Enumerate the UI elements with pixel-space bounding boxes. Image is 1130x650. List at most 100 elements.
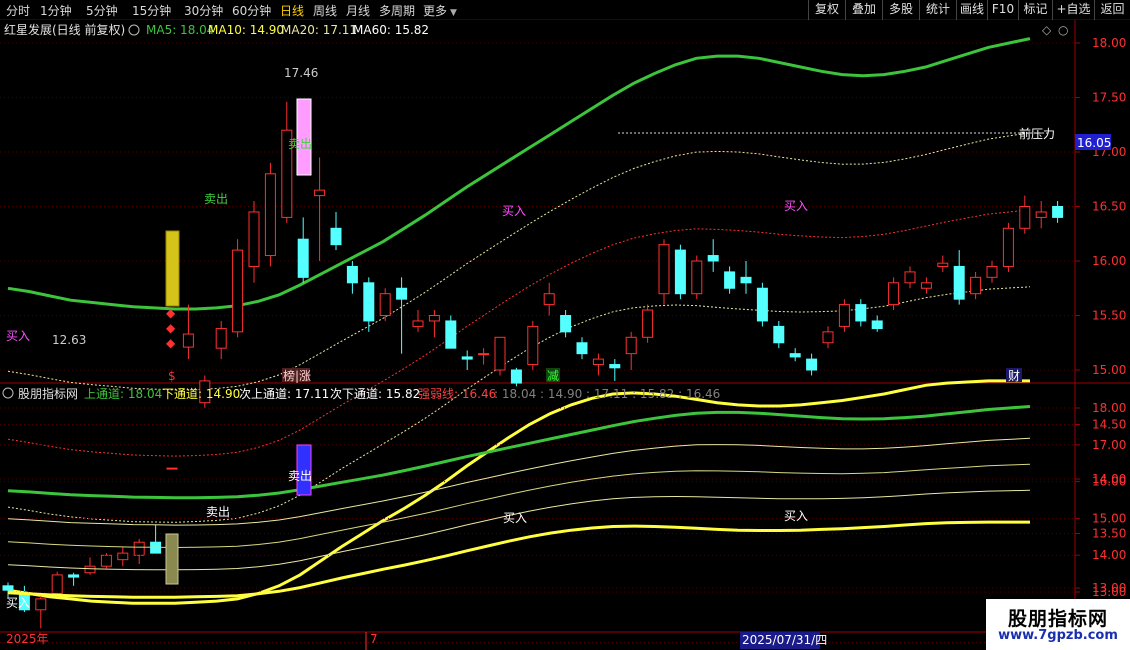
period-tab-more[interactable]: 更多 ▼ — [423, 2, 457, 19]
event-marker-bang[interactable]: 榜|涨 — [283, 368, 311, 383]
y-tick-label: 13.50 — [1092, 527, 1126, 541]
kline-chart[interactable]: 红星发展(日线 前复权) MA5: 18.04 MA10: 14.90 MA20… — [0, 20, 1130, 650]
candle-body — [560, 315, 572, 333]
date-month-label: 7 — [370, 632, 378, 646]
current-price-value: 16.05 — [1077, 136, 1111, 150]
period-tab-1min[interactable]: 1分钟 — [40, 2, 72, 19]
candle-body — [215, 328, 227, 349]
candle-body — [1035, 211, 1047, 218]
diamond-signal-icon: ◆ — [166, 306, 176, 320]
event-marker-jian[interactable]: 减 — [547, 369, 559, 383]
candle-body — [756, 287, 768, 322]
candle-body — [35, 598, 47, 611]
candle-body — [314, 189, 326, 197]
candle-body — [100, 554, 112, 567]
candle-body — [232, 249, 244, 333]
sub-buy-label-2: 买入 — [503, 511, 527, 525]
candle-body — [773, 325, 785, 344]
overlay-button[interactable]: 叠加 — [845, 0, 882, 20]
candle-body — [330, 227, 342, 246]
candle-body — [740, 276, 752, 284]
candle-body — [346, 265, 358, 284]
period-tab-multi[interactable]: 多周期 — [379, 2, 415, 19]
candle-body — [592, 358, 604, 366]
period-tab-30min[interactable]: 30分钟 — [184, 2, 223, 19]
add-watchlist-button[interactable]: +自选 — [1052, 0, 1094, 20]
more-dropdown-icon: ▼ — [450, 8, 457, 18]
candle-body — [510, 369, 522, 384]
cursor-date-label: 2025/07/31/四 — [742, 633, 827, 647]
diamond-signal-icon: ◆ — [166, 321, 176, 335]
statistics-button[interactable]: 统计 — [919, 0, 956, 20]
candle-body — [428, 315, 440, 322]
candle-body — [478, 353, 490, 356]
sub-sell-bar — [165, 533, 179, 585]
y-tick-label: 14.50 — [1092, 418, 1126, 432]
period-tab-fenshi[interactable]: 分时 — [6, 2, 30, 19]
candle-body — [953, 265, 965, 300]
candle-body — [84, 565, 96, 574]
y-tick-label: 15.00 — [1092, 511, 1126, 525]
candle-body — [937, 262, 949, 267]
candle-body — [986, 265, 998, 278]
multi-stock-button[interactable]: 多股 — [882, 0, 919, 20]
mark-button[interactable]: 标记 — [1018, 0, 1052, 20]
y-tick-label: 15.50 — [1092, 309, 1126, 323]
collapse-icon[interactable]: ○ — [1058, 23, 1068, 37]
y-tick-label: 14.00 — [1092, 548, 1126, 562]
candle-body — [904, 271, 916, 284]
candle-body — [182, 333, 194, 348]
sub-buy-label-3: 买入 — [784, 509, 808, 523]
draw-line-button[interactable]: 画线 — [956, 0, 987, 20]
period-tab-monthly[interactable]: 月线 — [346, 2, 370, 19]
upper-channel-legend: 上通道: 18.04 — [84, 387, 162, 401]
buy-signal-label-3: 买入 — [784, 199, 808, 213]
candle-body — [674, 249, 686, 295]
y-tick-label: 17.00 — [1092, 438, 1126, 452]
ma10-legend: MA10: 14.90 — [208, 23, 284, 37]
sell-signal-label-2: 卖出 — [288, 137, 312, 151]
period-tab-60min[interactable]: 60分钟 — [232, 2, 271, 19]
second-lower-legend: 次下通道: 15.82 — [330, 387, 420, 401]
y-tick-label: 16.00 — [1092, 254, 1126, 268]
candle-body — [264, 173, 276, 257]
event-marker-dollar[interactable]: $ — [168, 369, 176, 383]
candle-body — [871, 320, 883, 330]
candle-body — [576, 342, 588, 355]
diamond-icon[interactable]: ◇ — [1042, 23, 1052, 37]
event-marker-cai[interactable]: 财 — [1008, 369, 1020, 383]
candle-body — [2, 585, 14, 591]
fuquan-button[interactable]: 复权 — [808, 0, 845, 20]
candle-body — [822, 331, 834, 344]
candle-body — [806, 358, 818, 371]
sub-sell-label-1: 卖出 — [206, 505, 230, 519]
candle-body — [527, 325, 539, 366]
second-upper-legend: 次上通道: 17.11 — [239, 387, 329, 401]
y-tick-label: 16.00 — [1092, 475, 1126, 489]
period-tab-daily[interactable]: 日线 — [280, 2, 304, 19]
y-tick-label: 17.50 — [1092, 91, 1126, 105]
resistance-label: 前压力 — [1019, 126, 1055, 141]
back-button[interactable]: 返回 — [1094, 0, 1130, 20]
period-tab-15min[interactable]: 15分钟 — [132, 2, 171, 19]
candle-body — [166, 467, 178, 470]
f10-button[interactable]: F10 — [987, 0, 1018, 20]
candle-body — [379, 293, 391, 317]
candle-body — [1052, 206, 1064, 218]
candle-body — [789, 353, 801, 358]
strength-line-legend: 强弱线: 16.46 — [418, 387, 496, 401]
candle-body — [920, 282, 932, 289]
candle-body — [412, 320, 424, 327]
candle-body — [445, 320, 457, 349]
watermark-badge: 股朋指标网 www.7gpzb.com — [986, 599, 1130, 650]
candle-body — [658, 244, 670, 295]
period-tab-weekly[interactable]: 周线 — [313, 2, 337, 19]
candle-body — [642, 309, 654, 338]
period-tab-5min[interactable]: 5分钟 — [86, 2, 118, 19]
values-legend: : 18.04 : 14.90 : 17.11 : 15.82 : 16.46 — [494, 387, 720, 401]
candle-body — [1019, 206, 1031, 229]
indicator-title: 股朋指标网 — [18, 386, 78, 401]
y-tick-label: 18.00 — [1092, 36, 1126, 50]
candle-body — [133, 541, 145, 556]
candle-body — [1002, 227, 1014, 267]
